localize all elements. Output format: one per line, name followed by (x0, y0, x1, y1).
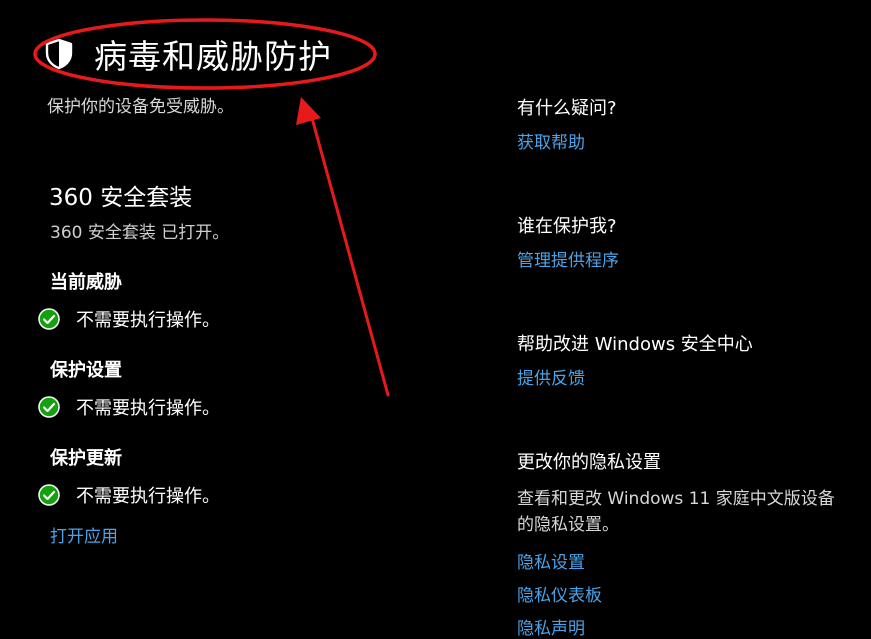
feedback-link[interactable]: 提供反馈 (517, 364, 585, 389)
check-circle-icon (38, 484, 60, 506)
manage-providers-link[interactable]: 管理提供程序 (517, 246, 619, 271)
check-circle-icon (38, 308, 60, 330)
improve-heading: 帮助改进 Windows 安全中心 (517, 334, 753, 355)
arrow-head (296, 97, 321, 125)
shield-icon (45, 38, 73, 70)
open-app-link[interactable]: 打开应用 (50, 522, 118, 547)
arrow-shaft (310, 116, 390, 397)
current-threats-heading: 当前威胁 (50, 272, 122, 293)
page-subtitle: 保护你的设备免受威胁。 (47, 97, 234, 117)
privacy-statement-link[interactable]: 隐私声明 (517, 614, 585, 639)
current-threats-status: 不需要执行操作。 (38, 306, 220, 332)
protection-settings-status: 不需要执行操作。 (38, 394, 220, 420)
protection-settings-heading: 保护设置 (50, 360, 122, 381)
status-text: 不需要执行操作。 (76, 310, 220, 331)
privacy-dashboard-link[interactable]: 隐私仪表板 (517, 581, 602, 606)
provider-name: 360 安全套装 (49, 185, 193, 211)
who-protects-heading: 谁在保护我? (517, 216, 617, 237)
protection-updates-status: 不需要执行操作。 (38, 482, 220, 508)
privacy-heading: 更改你的隐私设置 (517, 452, 661, 473)
status-text: 不需要执行操作。 (76, 486, 220, 507)
page-title: 病毒和威胁防护 (94, 37, 332, 76)
check-circle-icon (38, 396, 60, 418)
privacy-text: 查看和更改 Windows 11 家庭中文版设备的隐私设置。 (517, 489, 835, 535)
page-header: 病毒和威胁防护 (44, 30, 332, 78)
provider-status: 360 安全套装 已打开。 (50, 223, 230, 243)
question-heading: 有什么疑问? (517, 98, 617, 119)
status-text: 不需要执行操作。 (76, 398, 220, 419)
get-help-link[interactable]: 获取帮助 (517, 128, 585, 153)
privacy-settings-link[interactable]: 隐私设置 (517, 548, 585, 573)
protection-updates-heading: 保护更新 (50, 448, 122, 469)
